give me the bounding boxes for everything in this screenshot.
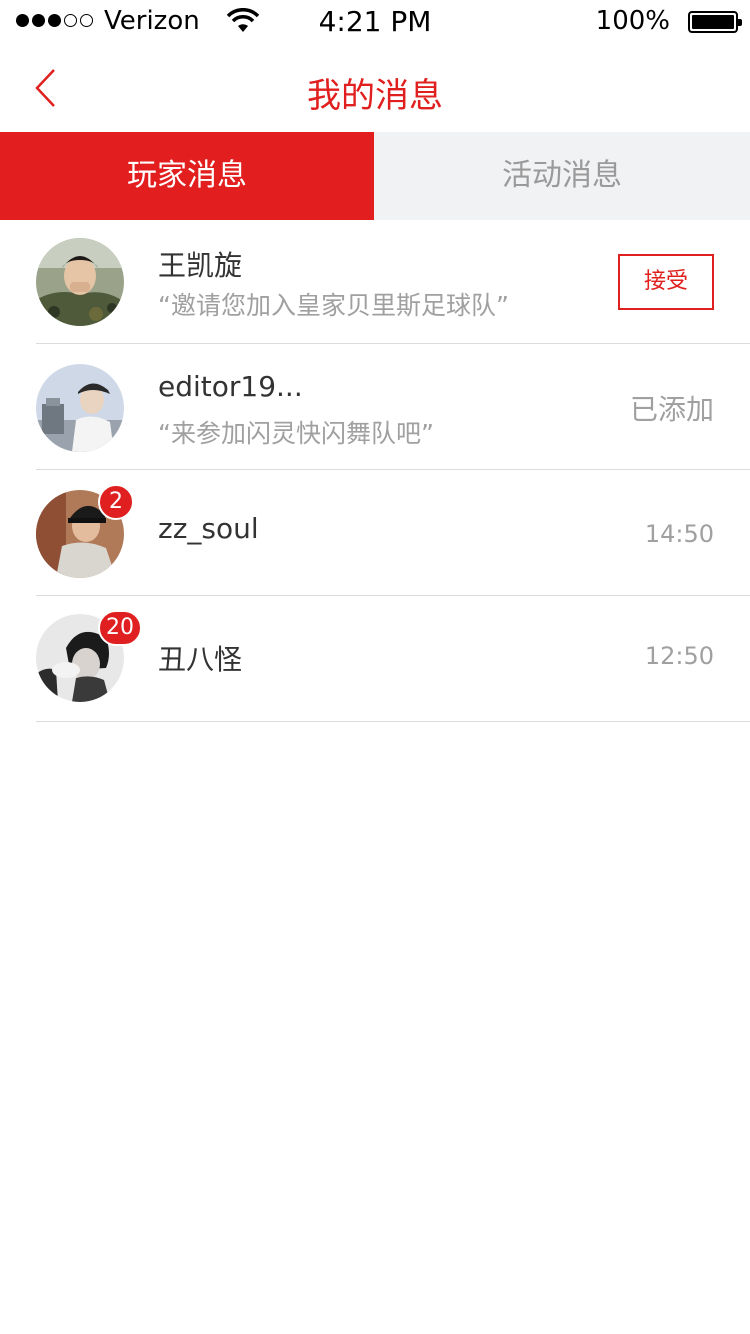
avatar (36, 238, 124, 326)
tab-activity-messages[interactable]: 活动消息 (374, 132, 750, 220)
message-time: 14:50 (644, 520, 714, 548)
unread-badge: 2 (98, 484, 134, 520)
battery-percentage: 100% (595, 6, 670, 36)
list-item[interactable]: 王凯旋 “邀请您加入皇家贝里斯足球队” 接受 (0, 220, 750, 344)
avatar (36, 364, 124, 452)
accept-button[interactable]: 接受 (618, 254, 714, 310)
contact-name: 丑八怪 (158, 643, 243, 676)
message-preview: “邀请您加入皇家贝里斯足球队” (158, 291, 509, 320)
list-item[interactable]: 20 丑八怪 12:50 (0, 596, 750, 722)
status-bar: Verizon 4:21 PM 100% (0, 0, 750, 44)
list-item[interactable]: 2 zz_soul 14:50 (0, 470, 750, 596)
contact-name: zz_soul (158, 512, 259, 545)
contact-name: 王凯旋 (158, 249, 243, 282)
list-item[interactable]: editor19... “来参加闪灵快闪舞队吧” 已添加 (0, 344, 750, 470)
tab-player-messages[interactable]: 玩家消息 (0, 132, 374, 220)
message-time: 12:50 (644, 642, 714, 670)
divider (36, 721, 750, 722)
contact-name: editor19... (158, 370, 303, 403)
message-preview: “来参加闪灵快闪舞队吧” (158, 419, 434, 448)
battery-icon (688, 11, 742, 33)
page-title: 我的消息 (307, 76, 443, 116)
message-list: 王凯旋 “邀请您加入皇家贝里斯足球队” 接受 editor19... “来参加闪… (0, 220, 750, 722)
unread-badge: 20 (98, 610, 142, 646)
added-status: 已添加 (629, 393, 714, 426)
nav-bar: 我的消息 (0, 44, 750, 132)
tab-bar: 玩家消息 活动消息 (0, 132, 750, 220)
